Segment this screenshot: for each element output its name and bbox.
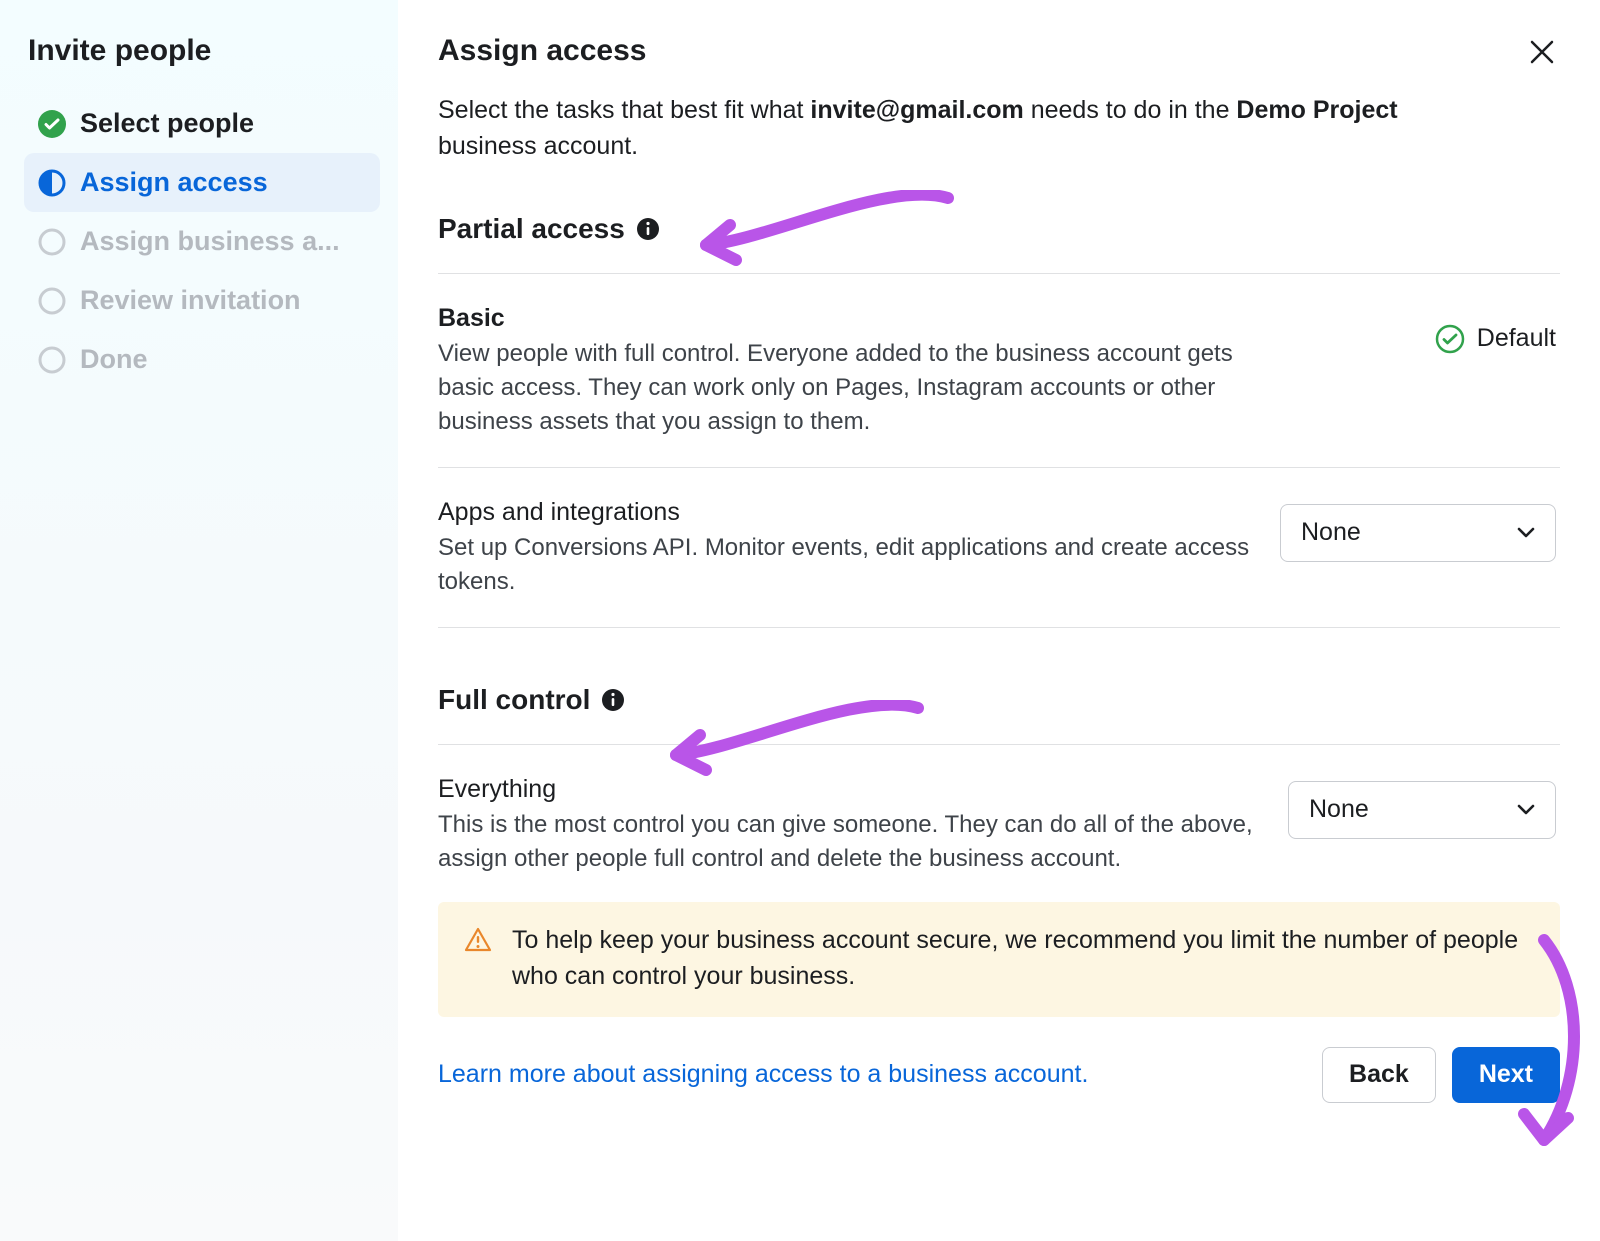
step-done[interactable]: Done: [24, 330, 380, 389]
basic-desc: View people with full control. Everyone …: [438, 337, 1258, 439]
step-label: Review invitation: [80, 285, 301, 316]
step-assign-business-assets[interactable]: Assign business a...: [24, 212, 380, 271]
step-select-people[interactable]: Select people: [24, 94, 380, 153]
step-list: Select people Assign access Assign busin…: [24, 94, 380, 389]
intro-text: Select the tasks that best fit what invi…: [438, 92, 1478, 165]
apps-desc: Set up Conversions API. Monitor events, …: [438, 531, 1250, 599]
apps-title: Apps and integrations: [438, 498, 1250, 527]
divider: [438, 744, 1560, 745]
everything-desc: This is the most control you can give so…: [438, 808, 1258, 876]
row-apps: Apps and integrations Set up Conversions…: [438, 498, 1560, 599]
warning-triangle-icon: [464, 926, 492, 995]
main-panel: Assign access Select the tasks that best…: [398, 0, 1600, 1241]
step-review-invitation[interactable]: Review invitation: [24, 271, 380, 330]
empty-circle-icon: [38, 287, 66, 315]
footer: Learn more about assigning access to a b…: [438, 1047, 1560, 1117]
step-assign-access[interactable]: Assign access: [24, 153, 380, 212]
chevron-down-icon: [1517, 804, 1535, 816]
everything-title: Everything: [438, 775, 1258, 804]
intro-account: Demo Project: [1236, 96, 1397, 124]
partial-access-heading: Partial access: [438, 213, 1560, 245]
row-basic: Basic View people with full control. Eve…: [438, 304, 1560, 439]
info-icon[interactable]: [602, 689, 624, 711]
step-label: Done: [80, 344, 148, 375]
full-control-heading: Full control: [438, 684, 1560, 716]
default-badge: Default: [1435, 324, 1556, 354]
row-everything: Everything This is the most control you …: [438, 775, 1560, 876]
empty-circle-icon: [38, 346, 66, 374]
page-title: Assign access: [438, 34, 646, 68]
apps-dropdown[interactable]: None: [1280, 504, 1556, 562]
divider: [438, 467, 1560, 468]
check-circle-icon: [38, 110, 66, 138]
check-circle-outline-icon: [1435, 324, 1465, 354]
step-label: Select people: [80, 108, 254, 139]
learn-more-link[interactable]: Learn more about assigning access to a b…: [438, 1060, 1088, 1089]
divider: [438, 627, 1560, 628]
empty-circle-icon: [38, 228, 66, 256]
dropdown-value: None: [1309, 795, 1369, 824]
basic-title: Basic: [438, 304, 1258, 333]
chevron-down-icon: [1517, 527, 1535, 539]
sidebar-title: Invite people: [24, 34, 380, 68]
step-label: Assign business a...: [80, 226, 340, 257]
next-button[interactable]: Next: [1452, 1047, 1560, 1103]
close-button[interactable]: [1524, 34, 1560, 70]
everything-dropdown[interactable]: None: [1288, 781, 1556, 839]
dropdown-value: None: [1301, 518, 1361, 547]
divider: [438, 273, 1560, 274]
banner-text: To help keep your business account secur…: [512, 922, 1534, 995]
info-icon[interactable]: [637, 218, 659, 240]
security-banner: To help keep your business account secur…: [438, 902, 1560, 1017]
back-button[interactable]: Back: [1322, 1047, 1436, 1103]
step-label: Assign access: [80, 167, 268, 198]
close-icon: [1529, 39, 1555, 65]
sidebar: Invite people Select people Assign acces…: [0, 0, 398, 1241]
half-circle-icon: [38, 169, 66, 197]
intro-email: invite@gmail.com: [810, 96, 1023, 124]
